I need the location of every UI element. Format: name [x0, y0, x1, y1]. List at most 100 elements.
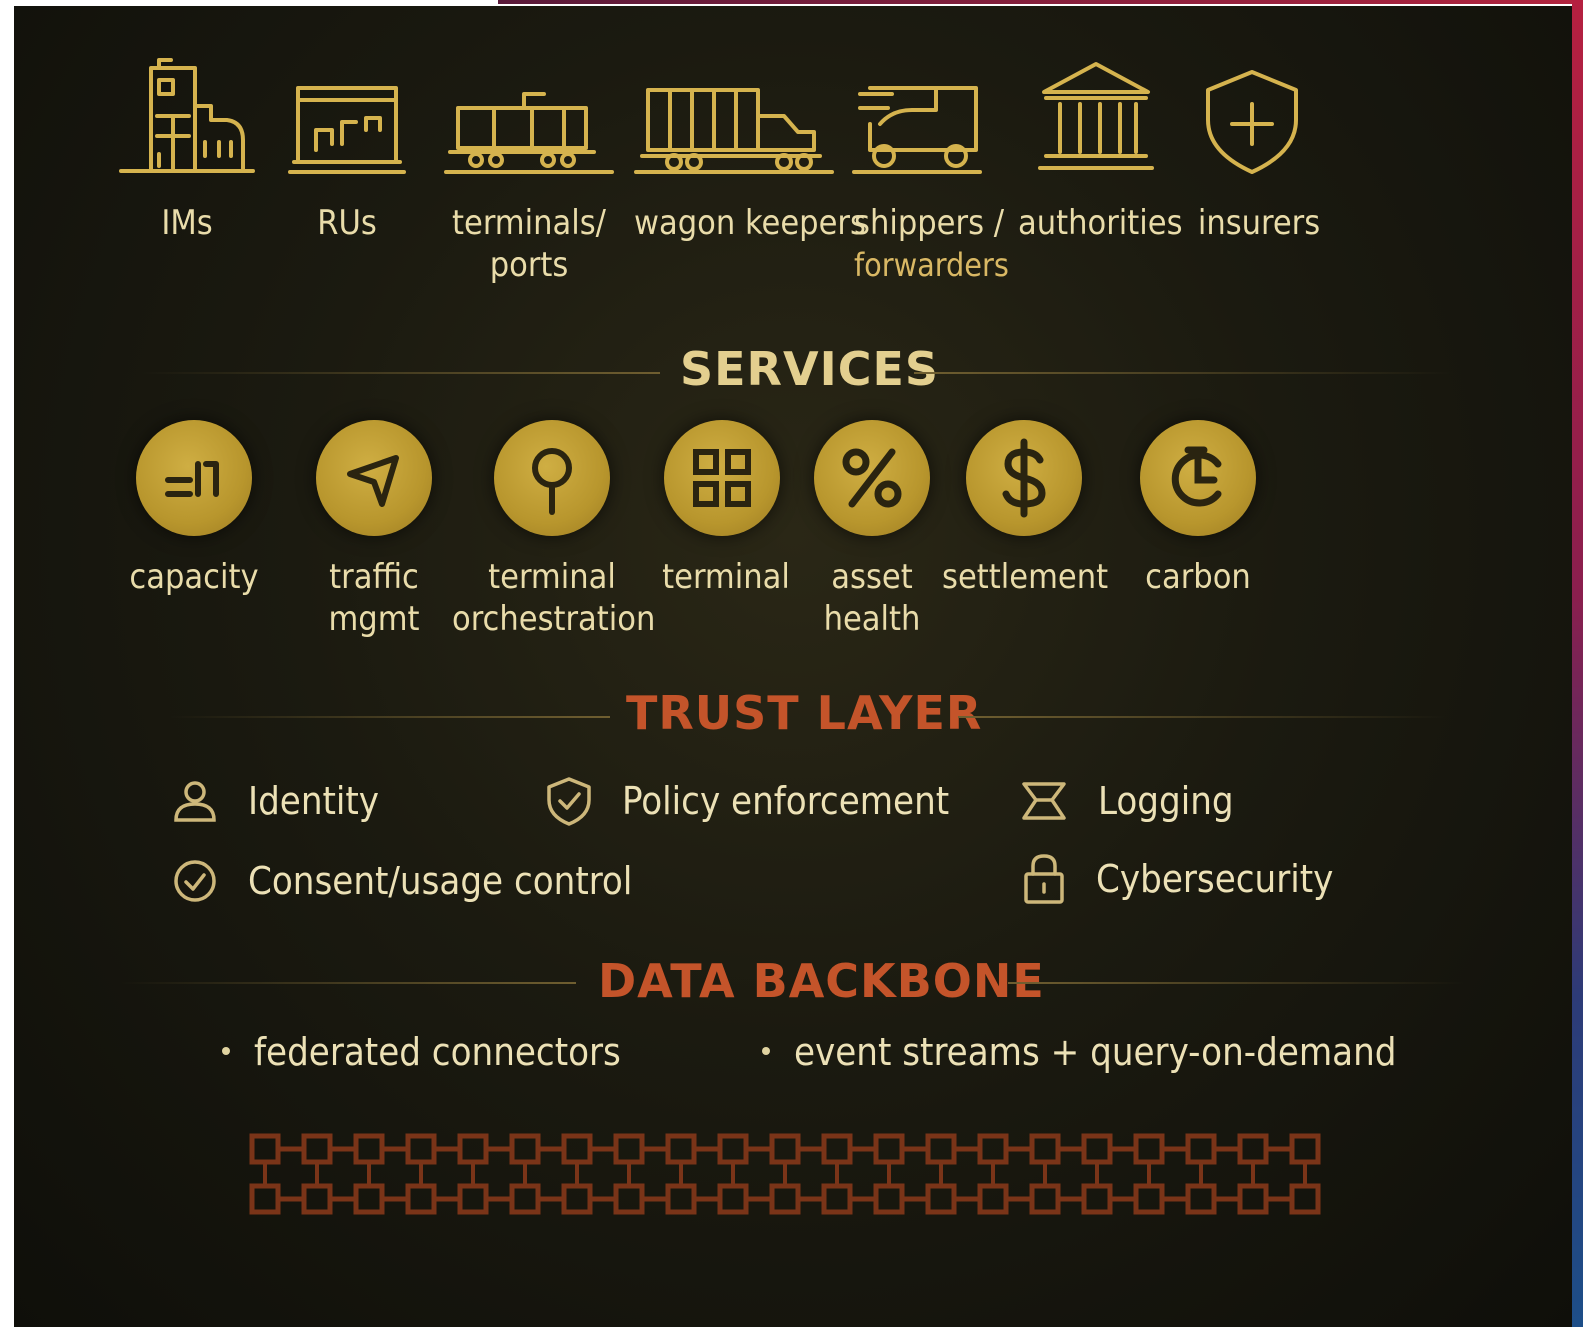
chain-node [1029, 1133, 1061, 1165]
chain-node [925, 1133, 957, 1165]
data-chain-graphic [249, 1133, 1321, 1215]
stakeholder-rus: RUs [292, 202, 402, 244]
chain-node [561, 1133, 593, 1165]
service-label-asset-health: asset health [804, 556, 940, 640]
chain-node [717, 1133, 749, 1165]
bullet-dot [222, 1046, 230, 1055]
stakeholder-authorities: authorities [1018, 202, 1183, 244]
chain-node [1029, 1183, 1061, 1215]
service-label-settlement: settlement [942, 556, 1109, 598]
service-label-line: health [823, 599, 921, 639]
station-icon [288, 86, 406, 174]
trust-item-consent: Consent/usage control [172, 856, 632, 906]
data-backbone-title: DATA BACKBONE [598, 954, 1045, 1008]
trust-label: Policy enforcement [622, 779, 950, 823]
chain-node [665, 1183, 697, 1215]
locomotive-icon [634, 88, 834, 174]
location-pin-icon [532, 448, 572, 515]
service-label-line: settlement [942, 557, 1109, 597]
capacity-icon [165, 461, 219, 497]
chain-node [821, 1183, 853, 1215]
trust-layer-title: TRUST LAYER [626, 686, 983, 740]
chain-node [509, 1133, 541, 1165]
stakeholder-label: wagon keepers [634, 203, 866, 243]
shield-plus-icon [1206, 70, 1298, 174]
stakeholder-ims: IMs [122, 202, 252, 244]
service-traffic-mgmt [316, 420, 432, 536]
bullet-dot [762, 1046, 770, 1055]
services-rule-left [140, 372, 660, 374]
backbone-rule-left [120, 982, 576, 984]
stakeholder-label: insurers [1197, 203, 1321, 243]
chain-node [769, 1183, 801, 1215]
backbone-bullet-connectors: federated connectors [222, 1030, 621, 1074]
chain-node [977, 1183, 1009, 1215]
stakeholder-label: authorities [1018, 203, 1183, 243]
trust-rule-right [958, 716, 1448, 718]
chain-node [873, 1133, 905, 1165]
right-accent-strip [1572, 0, 1583, 1327]
trust-item-identity: Identity [172, 776, 379, 826]
stakeholder-sublabel: ports [489, 245, 569, 285]
services-rule-right [914, 372, 1454, 374]
chain-node [405, 1183, 437, 1215]
stakeholder-terminals: terminals/ ports [444, 202, 614, 286]
service-label-line: carbon [1145, 557, 1251, 597]
stakeholder-wagon-keepers: wagon keepers [634, 202, 866, 244]
service-label-line: mgmt [328, 599, 420, 639]
chain-node [1289, 1183, 1321, 1215]
service-label-line: orchestration [452, 599, 656, 639]
trust-label: Consent/usage control [248, 859, 633, 903]
chain-node [457, 1133, 489, 1165]
truck-icon [852, 86, 982, 174]
service-terminal-orchestration [494, 420, 610, 536]
trust-label: Identity [248, 779, 380, 823]
chain-node [1081, 1133, 1113, 1165]
lock-icon [1024, 854, 1064, 904]
shield-check-icon [547, 777, 591, 826]
chain-node [1185, 1183, 1217, 1215]
stakeholder-label: shippers / [854, 203, 1005, 243]
navigation-icon [347, 455, 399, 507]
chain-node [613, 1133, 645, 1165]
service-label-line: terminal [488, 557, 616, 597]
chain-node [561, 1183, 593, 1215]
service-terminal [664, 420, 780, 536]
user-icon [174, 781, 216, 822]
chain-node [1081, 1183, 1113, 1215]
service-label-line: terminal [662, 557, 790, 597]
wagon-icon [444, 92, 614, 174]
chain-node [353, 1133, 385, 1165]
chain-node [405, 1133, 437, 1165]
service-label-capacity: capacity [114, 556, 274, 598]
chain-node [613, 1183, 645, 1215]
trust-item-logging: Logging [1020, 776, 1234, 826]
trust-rule-left [170, 716, 610, 718]
chain-node [1133, 1183, 1165, 1215]
check-circle-icon [174, 860, 216, 902]
service-carbon [1140, 420, 1256, 536]
chain-node [1185, 1133, 1217, 1165]
chain-node [665, 1133, 697, 1165]
stakeholder-sublabel: forwarders [854, 246, 1009, 284]
chain-node [1133, 1133, 1165, 1165]
building-icon [119, 58, 255, 173]
service-label-carbon: carbon [1124, 556, 1272, 598]
chain-node [353, 1183, 385, 1215]
stakeholder-label: IMs [161, 203, 213, 243]
trust-label: Cybersecurity [1096, 857, 1334, 901]
chain-node [509, 1183, 541, 1215]
top-accent-strip [498, 0, 1583, 4]
service-label-traffic-mgmt: traffic mgmt [294, 556, 454, 640]
dark-panel: IMs RUs terminals/ ports wagon keepers s… [14, 6, 1572, 1327]
service-label-terminal: terminal [654, 556, 798, 598]
service-label-line: traffic [329, 557, 419, 597]
chain-node [1237, 1133, 1269, 1165]
chain-node [821, 1133, 853, 1165]
grid-icon [693, 449, 751, 507]
chain-node [301, 1133, 333, 1165]
stakeholder-shippers: shippers / forwarders [854, 202, 1009, 286]
chain-node [977, 1133, 1009, 1165]
stakeholder-label: RUs [317, 203, 377, 243]
trust-item-policy-enforcement: Policy enforcement [546, 776, 949, 826]
